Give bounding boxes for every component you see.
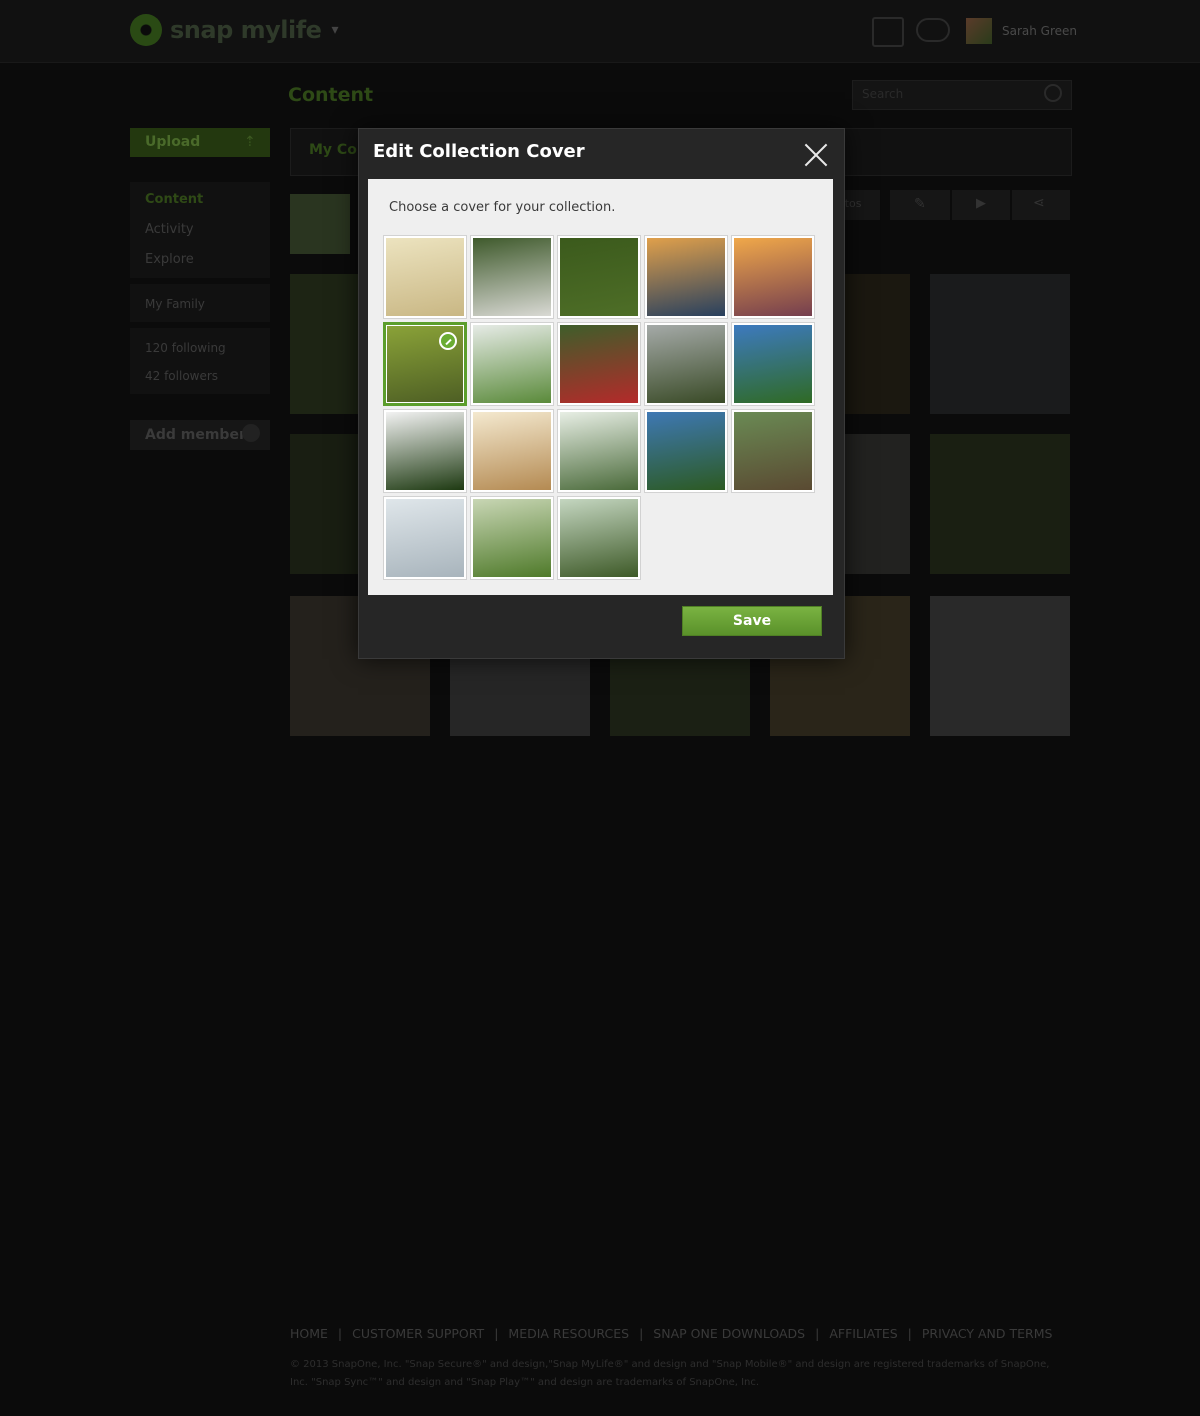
footer-links: HOME | CUSTOMER SUPPORT | MEDIA RESOURCE… xyxy=(290,1326,1052,1341)
collection-cover-thumb[interactable] xyxy=(290,194,350,254)
cover-pink-sunset[interactable] xyxy=(731,235,815,319)
footer-link-support[interactable]: CUSTOMER SUPPORT xyxy=(352,1326,484,1341)
followers-count[interactable]: 42 followers xyxy=(145,369,218,383)
logo-text: snap mylife xyxy=(170,16,322,44)
cover-bride-room[interactable] xyxy=(383,496,467,580)
snap-logo-icon xyxy=(130,14,162,46)
sidebar-item-family[interactable]: My Family xyxy=(145,297,205,311)
cover-bridesmaids-row[interactable] xyxy=(470,322,554,406)
upload-label: Upload xyxy=(145,134,201,150)
following-count[interactable]: 120 following xyxy=(145,341,226,355)
page-title: Content xyxy=(288,84,374,106)
sidebar-item-activity[interactable]: Activity xyxy=(145,222,194,237)
footer-separator: | xyxy=(639,1326,644,1341)
footer-link-affiliates[interactable]: AFFILIATES xyxy=(829,1326,897,1341)
play-icon: ▶ xyxy=(976,196,986,211)
cover-bride-field[interactable] xyxy=(470,496,554,580)
modal-intro: Choose a cover for your collection. xyxy=(389,200,616,215)
footer-link-media[interactable]: MEDIA RESOURCES xyxy=(508,1326,629,1341)
add-user-icon xyxy=(242,424,260,442)
cover-image xyxy=(560,412,638,490)
cover-man-bush[interactable] xyxy=(383,409,467,493)
avatar[interactable] xyxy=(966,18,992,44)
cover-image xyxy=(473,412,551,490)
cloud-icon[interactable] xyxy=(916,18,950,42)
cover-village-hills[interactable] xyxy=(731,409,815,493)
chevron-down-icon[interactable]: ▾ xyxy=(331,22,338,38)
cover-mountain-sunset[interactable] xyxy=(644,235,728,319)
sidebar-item-explore[interactable]: Explore xyxy=(145,252,194,267)
logo[interactable]: snap mylife ▾ xyxy=(130,14,338,46)
close-icon[interactable] xyxy=(803,142,829,168)
sidebar-stats xyxy=(130,328,270,394)
footer-copyright: © 2013 SnapOne, Inc. "Snap Secure®" and … xyxy=(290,1359,1050,1388)
cover-boat-sails[interactable] xyxy=(557,409,641,493)
search-icon[interactable] xyxy=(1044,84,1062,102)
cover-balloons-grass[interactable] xyxy=(557,235,641,319)
footer-separator: | xyxy=(907,1326,912,1341)
footer-separator: | xyxy=(494,1326,499,1341)
cover-image xyxy=(647,325,725,403)
footer-separator: | xyxy=(337,1326,343,1341)
save-button[interactable]: Save xyxy=(682,606,822,636)
cover-image xyxy=(560,499,638,577)
search-placeholder: Search xyxy=(862,87,904,101)
cover-image xyxy=(647,412,725,490)
cover-image xyxy=(734,325,812,403)
cover-city-parade[interactable] xyxy=(383,235,467,319)
cover-image xyxy=(734,412,812,490)
cover-image xyxy=(560,325,638,403)
cover-veil-hedge[interactable] xyxy=(557,496,641,580)
footer-link-privacy[interactable]: PRIVACY AND TERMS xyxy=(922,1326,1053,1341)
cover-green-hills[interactable] xyxy=(731,322,815,406)
cover-image xyxy=(647,238,725,316)
cover-image xyxy=(473,325,551,403)
cover-horse-mist[interactable] xyxy=(470,409,554,493)
sidebar-item-content[interactable]: Content xyxy=(145,192,203,207)
news-icon[interactable] xyxy=(872,17,904,47)
footer-separator: | xyxy=(815,1326,820,1341)
checkmark-icon xyxy=(439,332,457,350)
cover-image xyxy=(473,238,551,316)
modal-title: Edit Collection Cover xyxy=(373,141,585,162)
footer-link-home[interactable]: HOME xyxy=(290,1326,328,1341)
cover-cloudy-tree[interactable] xyxy=(644,322,728,406)
user-name[interactable]: Sarah Green xyxy=(1002,24,1077,38)
add-member-label: Add member xyxy=(145,427,246,443)
cover-lake-valley[interactable] xyxy=(644,409,728,493)
cover-grid xyxy=(383,235,819,580)
upload-icon: ⇡ xyxy=(244,134,256,150)
cover-image xyxy=(734,238,812,316)
cover-image xyxy=(386,412,464,490)
cover-red-dress-stairs[interactable] xyxy=(557,322,641,406)
cover-image xyxy=(473,499,551,577)
photo-tile[interactable] xyxy=(930,274,1070,414)
photo-tile[interactable] xyxy=(930,596,1070,736)
footer-link-downloads[interactable]: SNAP ONE DOWNLOADS xyxy=(653,1326,805,1341)
cover-bride-hedge[interactable] xyxy=(470,235,554,319)
pencil-icon: ✎ xyxy=(914,196,926,212)
cover-forest-leap[interactable] xyxy=(383,322,467,406)
cover-image xyxy=(386,499,464,577)
share-icon: ⋖ xyxy=(1033,195,1045,211)
cover-image xyxy=(386,238,464,316)
cover-image xyxy=(560,238,638,316)
photo-tile[interactable] xyxy=(930,434,1070,574)
